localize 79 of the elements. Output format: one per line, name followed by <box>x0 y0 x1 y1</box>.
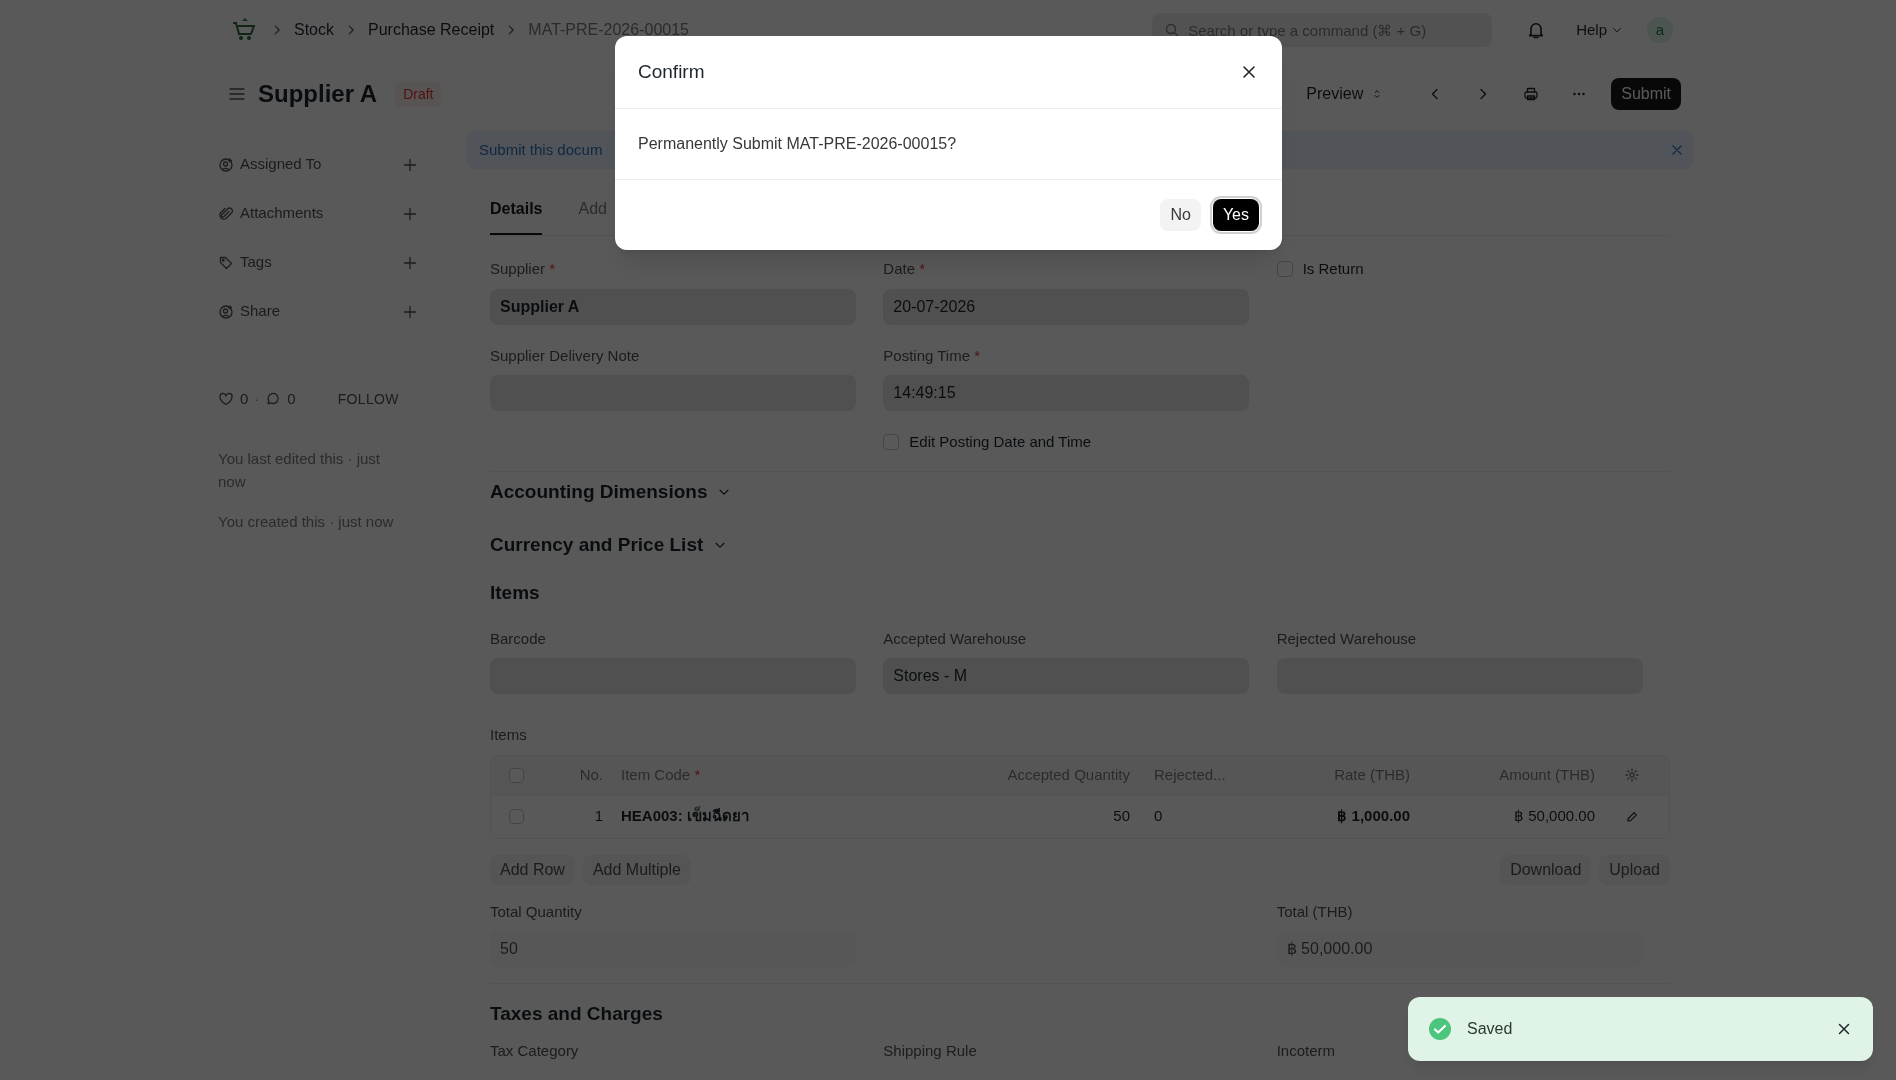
plus-icon <box>402 205 418 222</box>
section-title: Items <box>490 581 540 605</box>
field-label: Posting Time <box>883 346 971 364</box>
user-avatar[interactable]: a <box>1647 17 1673 43</box>
table-action-button[interactable]: Add Multiple <box>582 854 691 885</box>
submit-button[interactable]: Submit <box>1611 78 1681 110</box>
add-button[interactable] <box>402 303 418 320</box>
add-button[interactable] <box>402 156 418 173</box>
field-label: Supplier <box>490 260 546 277</box>
pencil-icon <box>1625 809 1639 824</box>
tag-icon <box>218 254 234 271</box>
dialog-button[interactable]: Yes <box>1212 199 1259 231</box>
checkbox-label: Is Return <box>1302 258 1364 279</box>
table-cell-text: HEA003: เข็มฉีดยา <box>621 805 749 827</box>
table-cell-text: ฿ 50,000.00 <box>1514 806 1595 827</box>
dialog-message: Permanently Submit MAT-PRE-2026-00015? <box>638 134 957 154</box>
help-menu[interactable]: Help <box>1576 18 1623 42</box>
tab[interactable]: Details <box>490 197 543 235</box>
dialog-title: Confirm <box>638 59 705 84</box>
status-badge: Draft <box>395 81 442 107</box>
edit-button[interactable] <box>1625 809 1639 824</box>
required-mark: * <box>974 346 981 364</box>
paperclip-icon <box>218 205 234 222</box>
breadcrumb-link[interactable]: Stock <box>294 18 334 42</box>
input-field[interactable]: 14:49:15 <box>883 375 1250 411</box>
heart-icon <box>218 391 234 408</box>
table-cell-text: 0 <box>1154 806 1163 827</box>
dialog-button[interactable]: No <box>1160 199 1201 231</box>
sidebar-item[interactable]: Attachments <box>240 202 324 225</box>
add-button[interactable] <box>402 254 418 271</box>
table-action-button[interactable]: Add Row <box>490 854 575 885</box>
separator-dot: · <box>254 389 260 409</box>
plus-icon <box>402 303 418 320</box>
input-field[interactable]: Supplier A <box>490 288 856 325</box>
add-button[interactable] <box>402 205 418 222</box>
page-title: Supplier A <box>258 79 378 109</box>
field-label: Shipping Rule <box>883 1041 977 1059</box>
table-cell-text: 1 <box>594 806 603 827</box>
table-action-button[interactable]: Download <box>1500 854 1592 885</box>
table-label: Items <box>490 725 528 745</box>
table-cell-text: ฿ 1,000.00 <box>1337 806 1410 827</box>
section-title: Taxes and Charges <box>490 1002 663 1026</box>
input-field[interactable]: 20-07-2026 <box>883 288 1250 325</box>
checkbox-label: Edit Posting Date and Time <box>909 431 1092 452</box>
field-label: Total (THB) <box>1276 901 1354 922</box>
toast-message: Saved <box>1467 1019 1513 1039</box>
follow-button[interactable]: FOLLOW <box>337 388 399 410</box>
printer-icon <box>1523 86 1540 102</box>
input-field[interactable]: Stores - M <box>883 658 1250 694</box>
field-label: Incoterm <box>1276 1041 1335 1059</box>
settings-button[interactable] <box>1624 767 1640 783</box>
search-icon <box>1164 22 1181 38</box>
section-toggle[interactable]: Accounting Dimensions <box>490 478 732 507</box>
like-count: 0 <box>240 389 249 409</box>
preview-button[interactable]: Preview <box>1294 78 1396 110</box>
plus-icon <box>402 156 418 173</box>
plus-icon <box>402 254 418 271</box>
field-label: Tax Category <box>490 1041 579 1059</box>
sidebar-item[interactable]: Share <box>240 300 281 323</box>
section-toggle[interactable]: Currency and Price List <box>490 530 728 559</box>
field-label: Barcode <box>490 629 546 647</box>
breadcrumb-link[interactable]: Purchase Receipt <box>368 18 495 42</box>
comment-count: 0 <box>287 389 296 409</box>
user-plus-icon <box>218 303 234 320</box>
field-label: Supplier Delivery Note <box>490 346 640 364</box>
field-label: Accepted Warehouse <box>883 629 1027 647</box>
required-mark: * <box>919 260 926 277</box>
field-label: Total Quantity <box>490 901 583 922</box>
user-plus-icon <box>218 156 234 173</box>
banner-text: Submit this docum <box>479 139 603 160</box>
settings-icon <box>1624 767 1640 783</box>
sidebar-item[interactable]: Assigned To <box>240 153 322 176</box>
field-label: Rejected Warehouse <box>1276 629 1417 647</box>
check-circle-icon <box>1428 1017 1452 1041</box>
table-cell-text: 50 <box>1113 806 1130 827</box>
table-action-button[interactable]: Upload <box>1599 854 1670 885</box>
field-label: Date <box>883 260 915 277</box>
required-mark: * <box>549 260 556 277</box>
sidebar-item[interactable]: Tags <box>240 251 272 274</box>
